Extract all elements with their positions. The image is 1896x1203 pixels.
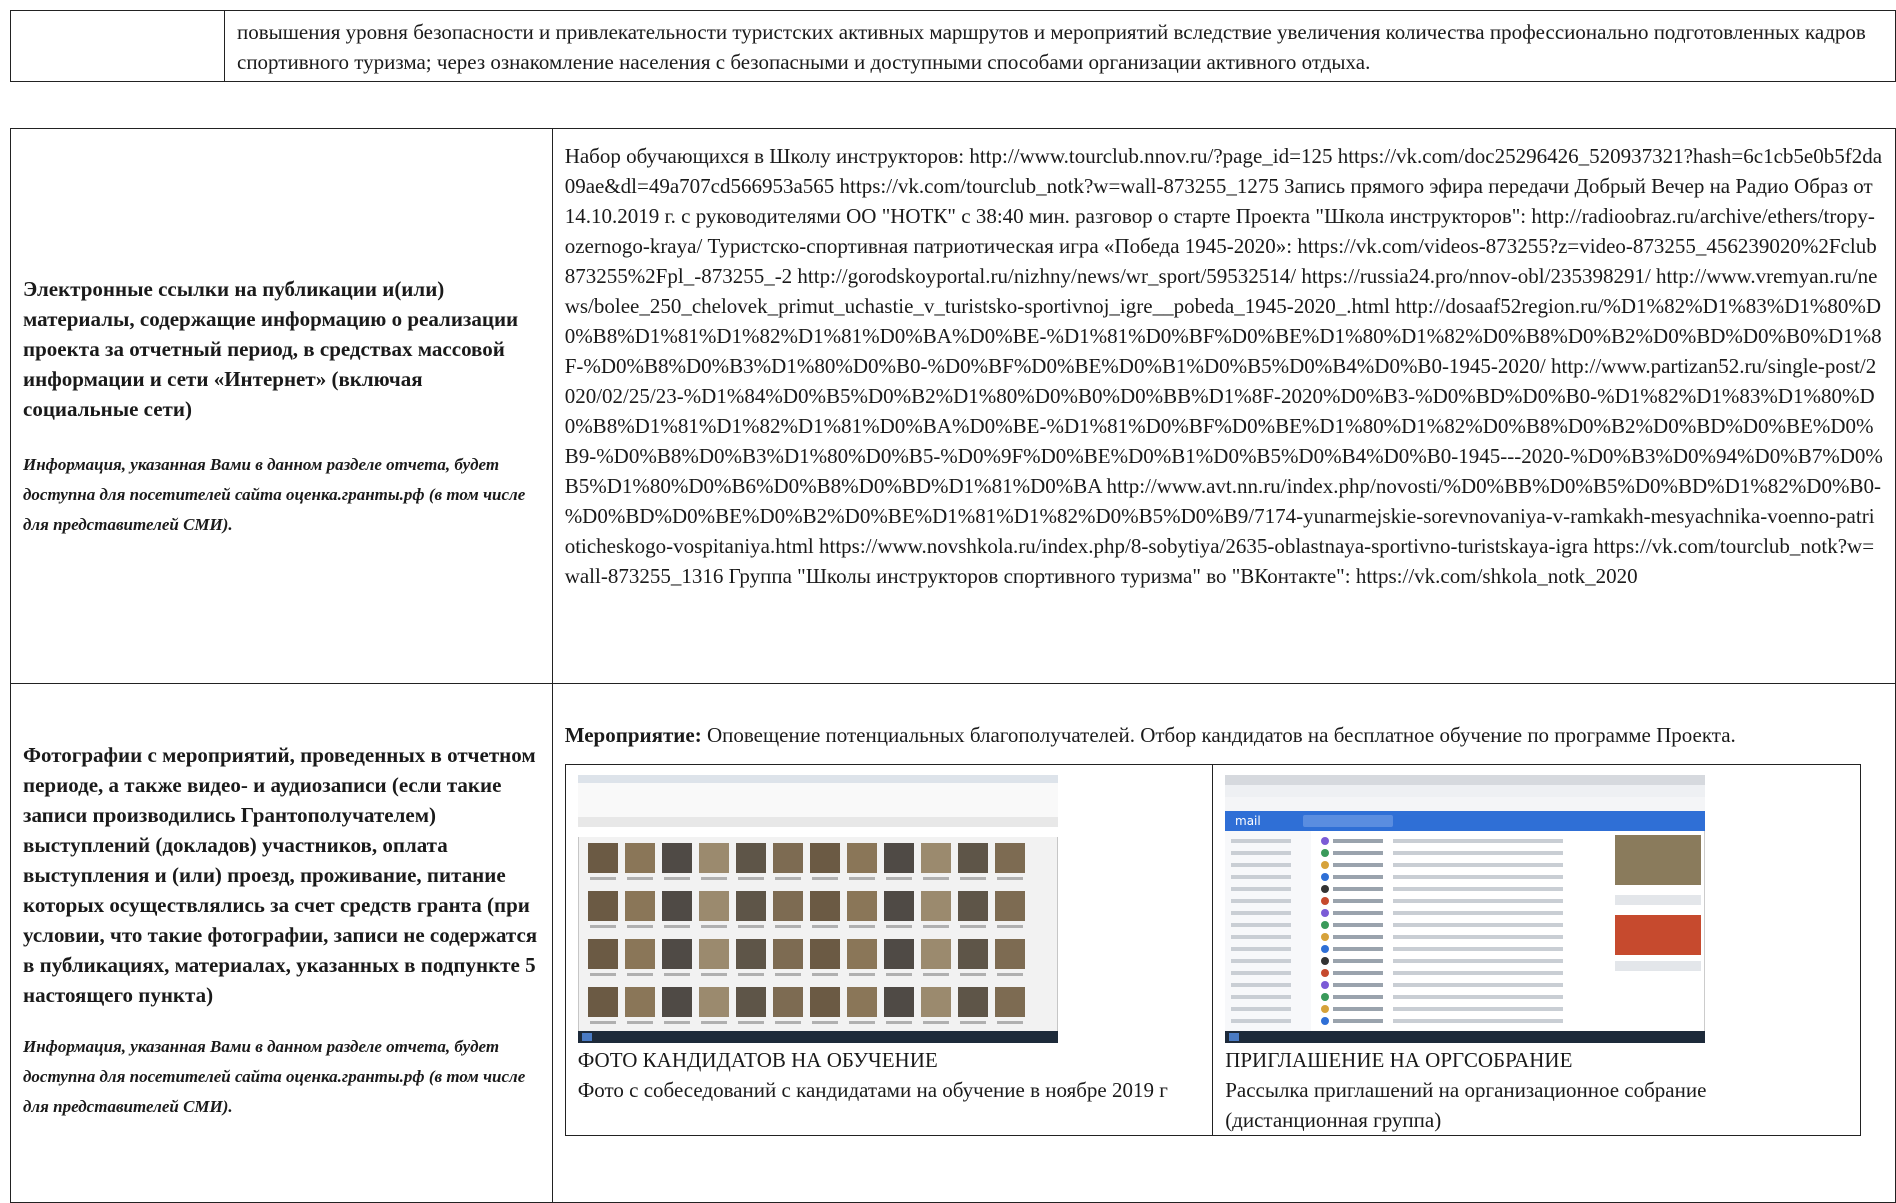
report-table: Электронные ссылки на публикации и(или) …: [10, 128, 1896, 1203]
photo-title-candidates: ФОТО КАНДИДАТОВ НА ОБУЧЕНИЕ: [577, 1048, 938, 1072]
links-row: Электронные ссылки на публикации и(или) …: [10, 128, 1896, 684]
photo-cell-candidates: ФОТО КАНДИДАТОВ НА ОБУЧЕНИЕ Фото с собес…: [564, 764, 1214, 1136]
photos-heading: Фотографии с мероприятий, проведенных в …: [23, 743, 538, 1007]
photos-table: ФОТО КАНДИДАТОВ НА ОБУЧЕНИЕ Фото с собес…: [564, 764, 1861, 1136]
links-note: Информация, указанная Вами в данном разд…: [23, 455, 526, 534]
photos-note: Информация, указанная Вами в данном разд…: [23, 1037, 526, 1116]
empty-label-cell: [10, 10, 225, 82]
event-description: Мероприятие: Оповещение потенциальных бл…: [565, 720, 1895, 750]
photos-content-cell: Мероприятие: Оповещение потенциальных бл…: [551, 683, 1896, 1203]
photo-title-invitation: ПРИГЛАШЕНИЕ НА ОРГСОБРАНИЕ: [1225, 1048, 1573, 1072]
links-label-cell: Электронные ссылки на публикации и(или) …: [10, 128, 553, 684]
continuation-text: повышения уровня безопасности и привлека…: [224, 10, 1896, 82]
event-text: Оповещение потенциальных благополучателе…: [701, 723, 1736, 747]
photo-candidates-screenshot: [577, 775, 1058, 1043]
links-content: Набор обучающихся в Школу инструкторов: …: [551, 128, 1896, 684]
top-continuation-table: повышения уровня безопасности и привлека…: [10, 10, 1896, 82]
photo-cell-invitation: mail ПРИГЛАШЕНИЕ НА ОРГСОБРАНИЕ Рассылка…: [1212, 764, 1861, 1136]
photos-label-cell: Фотографии с мероприятий, проведенных в …: [10, 683, 553, 1203]
event-label: Мероприятие:: [564, 723, 702, 747]
photo-invitation-screenshot: mail: [1225, 775, 1706, 1043]
photos-row: Фотографии с мероприятий, проведенных в …: [10, 683, 1896, 1203]
mail-logo: mail: [1235, 814, 1261, 828]
photo-caption-candidates: Фото с собеседований с кандидатами на об…: [577, 1078, 1168, 1102]
links-heading: Электронные ссылки на публикации и(или) …: [23, 277, 519, 421]
photo-caption-invitation: Рассылка приглашений на организационное …: [1225, 1078, 1707, 1132]
